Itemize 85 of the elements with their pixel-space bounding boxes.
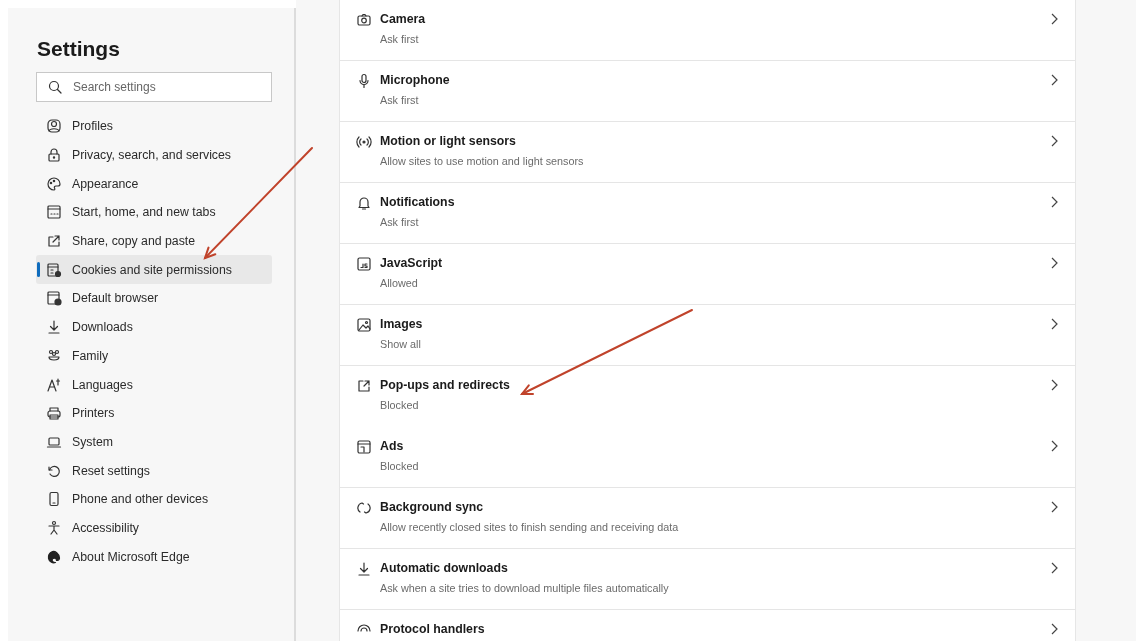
permission-status: Blocked — [380, 398, 419, 412]
sidebar-item[interactable]: Default browser — [36, 284, 272, 313]
cookie-settings-icon — [46, 261, 62, 278]
sidebar-item[interactable]: Family — [36, 341, 272, 371]
share-icon — [46, 233, 62, 250]
permission-title: Background sync — [380, 499, 484, 515]
window-icon — [356, 439, 372, 455]
permission-title: JavaScript — [380, 255, 443, 271]
permission-title: Protocol handlers — [380, 621, 485, 637]
chevron-right-icon — [1049, 562, 1059, 574]
sidebar-item[interactable]: Cookies and site permissions — [36, 255, 272, 285]
chevron-right-icon — [1049, 501, 1059, 513]
chevron-right-icon — [1049, 74, 1059, 86]
sidebar-item[interactable]: Accessibility — [36, 513, 272, 543]
permission-title: Automatic downloads — [380, 560, 508, 576]
permission-row[interactable]: Ads Blocked — [340, 427, 1075, 488]
permission-row[interactable]: JavaScript Allowed — [340, 244, 1075, 305]
sidebar-item[interactable]: System — [36, 427, 272, 457]
sidebar-item[interactable]: About Microsoft Edge — [36, 542, 272, 571]
family-icon — [46, 347, 62, 364]
permission-row[interactable]: Microphone Ask first — [340, 61, 1075, 122]
permission-title: Images — [380, 316, 423, 332]
sidebar-item[interactable]: Phone and other devices — [36, 484, 272, 514]
sidebar-item[interactable]: Downloads — [36, 312, 272, 342]
chevron-right-icon — [1049, 379, 1059, 391]
permission-status: Blocked — [380, 459, 419, 473]
external-link-icon — [356, 378, 372, 394]
permission-row[interactable]: Background sync Allow recently closed sites to finish sending and receiving data — [340, 488, 1075, 549]
sidebar-item[interactable]: Appearance — [36, 169, 272, 199]
camera-icon — [356, 12, 372, 28]
permission-title: Notifications — [380, 194, 455, 210]
printer-icon — [46, 405, 62, 422]
browser-check-icon — [46, 290, 62, 307]
permission-status: Ask first — [380, 93, 419, 107]
sync-icon — [356, 500, 372, 516]
sidebar-item[interactable]: Privacy, search, and services — [36, 140, 272, 170]
chevron-right-icon — [1049, 623, 1059, 635]
chevron-right-icon — [1049, 13, 1059, 25]
permission-status: Ask first — [380, 215, 419, 229]
permission-status: Ask when a site tries to download multiple files automatically — [380, 581, 669, 595]
permission-row[interactable]: Camera Ask first — [340, 0, 1075, 61]
profile-icon — [46, 118, 62, 135]
permission-title: Motion or light sensors — [380, 133, 516, 149]
permission-row[interactable]: Protocol handlers — [340, 610, 1075, 641]
permission-status: Allowed — [380, 276, 418, 290]
sidebar-item[interactable]: Languages — [36, 370, 272, 399]
sidebar-item[interactable]: Profiles — [36, 112, 272, 141]
permission-title: Camera — [380, 11, 426, 27]
microphone-icon — [356, 73, 372, 89]
chevron-right-icon — [1049, 318, 1059, 330]
sidebar-item[interactable]: Share, copy and paste — [36, 226, 272, 256]
language-icon — [46, 376, 62, 393]
permission-row[interactable]: Pop-ups and redirects Blocked — [340, 366, 1075, 427]
permission-title: Microphone — [380, 72, 450, 88]
download-icon — [46, 319, 62, 336]
sidebar-item[interactable]: Start, home, and new tabs — [36, 198, 272, 227]
accessibility-icon — [46, 519, 62, 536]
sensor-icon — [356, 134, 372, 150]
permission-status: Allow recently closed sites to finish sending and receiving data — [380, 520, 679, 534]
search-icon — [47, 79, 63, 95]
palette-icon — [46, 175, 62, 192]
permission-title: Ads — [380, 438, 404, 454]
search-field[interactable]: Search settings — [36, 72, 272, 102]
download-icon — [356, 561, 372, 577]
permission-row[interactable]: Automatic downloads Ask when a site tries to download multiple files automatically — [340, 549, 1075, 610]
permission-status: Allow sites to use motion and light sensors — [380, 154, 584, 168]
chevron-right-icon — [1049, 440, 1059, 452]
sidebar-item[interactable]: Printers — [36, 398, 272, 428]
permission-title: Pop-ups and redirects — [380, 377, 510, 393]
chevron-right-icon — [1049, 257, 1059, 269]
lock-icon — [46, 147, 62, 164]
permission-row[interactable]: Images Show all — [340, 305, 1075, 366]
permission-row[interactable]: Notifications Ask first — [340, 183, 1075, 244]
permission-row[interactable]: Motion or light sensors Allow sites to use motion and light sensors — [340, 122, 1075, 183]
script-icon — [356, 256, 372, 272]
permission-status: Show all — [380, 337, 421, 351]
phone-icon — [46, 491, 62, 508]
chevron-right-icon — [1049, 196, 1059, 208]
sidebar-item[interactable]: Reset settings — [36, 456, 272, 485]
chevron-right-icon — [1049, 135, 1059, 147]
permission-status: Ask first — [380, 32, 419, 46]
window-icon — [46, 204, 62, 221]
image-icon — [356, 317, 372, 333]
bell-icon — [356, 195, 372, 211]
page-title: Settings — [37, 36, 121, 62]
